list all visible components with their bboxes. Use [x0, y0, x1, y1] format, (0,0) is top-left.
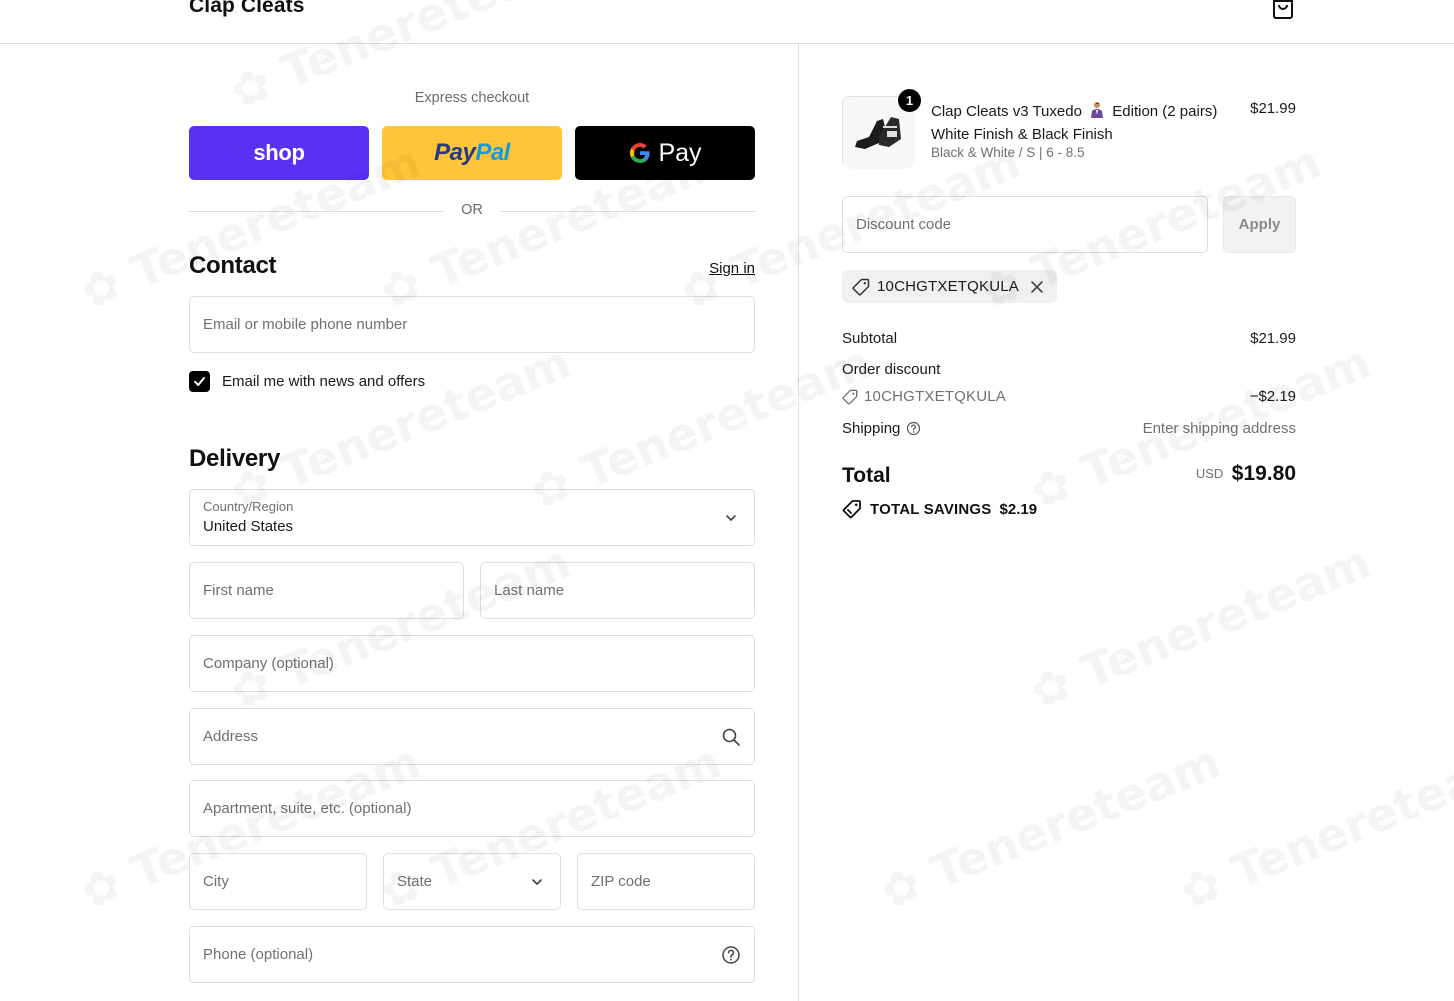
discount-amount: −$2.19	[1249, 388, 1296, 405]
discount-code-text: 10CHGTXETQKULA	[864, 388, 1007, 405]
order-discount-label: Order discount	[842, 361, 941, 378]
apartment-field[interactable]: Apartment, suite, etc. (optional)	[189, 780, 755, 837]
product-variant: Black & White / S | 6 - 8.5	[931, 145, 1085, 160]
apartment-placeholder: Apartment, suite, etc. (optional)	[203, 800, 412, 817]
product-title: Clap Cleats v3 Tuxedo Edition (2 pairs) …	[931, 100, 1236, 146]
tag-icon	[842, 389, 858, 405]
company-field[interactable]: Company (optional)	[189, 635, 755, 692]
google-g-icon	[630, 143, 651, 164]
total-currency: USD	[1195, 466, 1224, 481]
chevron-down-icon	[726, 515, 736, 521]
total-savings-value: $2.19	[999, 500, 1038, 518]
checkmark-icon	[194, 376, 205, 386]
shop-pay-logo: shop	[253, 140, 305, 165]
country-label: Country/Region	[203, 499, 294, 514]
express-checkout-label: Express checkout	[414, 90, 530, 106]
site-header: Clap Cleats	[0, 0, 1454, 44]
state-placeholder: State	[397, 873, 433, 890]
paypal-logo: PayPal	[434, 139, 510, 166]
shipping-value: Enter shipping address	[1142, 420, 1296, 437]
close-icon[interactable]	[1030, 280, 1044, 294]
apply-discount-button[interactable]: Apply	[1223, 196, 1296, 253]
applied-discount-chip: 10CHGTXETQKULA	[842, 270, 1057, 303]
city-placeholder: City	[203, 873, 229, 890]
zip-code-placeholder: ZIP code	[591, 873, 651, 890]
or-label: OR	[461, 202, 483, 218]
paypal-button[interactable]: PayPal	[382, 126, 562, 180]
subtotal-value: $21.99	[1250, 330, 1296, 347]
shipping-row: Shipping	[842, 420, 921, 437]
subtotal-label: Subtotal	[842, 330, 898, 347]
last-name-field[interactable]: Last name	[480, 562, 755, 619]
shop-pay-button[interactable]: shop	[189, 126, 369, 180]
total-label: Total	[842, 464, 891, 487]
news-checkbox[interactable]	[189, 370, 210, 392]
tag-icon	[852, 278, 870, 296]
phone-field[interactable]: Phone (optional)	[189, 926, 755, 983]
phone-placeholder: Phone (optional)	[203, 946, 314, 963]
email-field[interactable]: Email or mobile phone number	[189, 296, 755, 353]
email-placeholder: Email or mobile phone number	[203, 316, 408, 333]
first-name-field[interactable]: First name	[189, 562, 464, 619]
separator-line	[189, 211, 444, 212]
column-divider	[798, 44, 799, 1001]
brand-logo[interactable]: Clap Cleats	[189, 0, 304, 18]
help-circle-icon[interactable]	[721, 945, 741, 965]
chevron-down-icon	[532, 879, 542, 885]
first-name-placeholder: First name	[203, 582, 274, 599]
google-pay-label: Pay	[658, 138, 702, 167]
news-checkbox-row[interactable]: Email me with news and offers	[189, 370, 425, 392]
shipping-label: Shipping	[842, 420, 901, 437]
total-savings-label: TOTAL SAVINGS	[870, 500, 992, 518]
product-title-part: Clap Cleats v3 Tuxedo	[931, 103, 1082, 120]
contact-title: Contact	[189, 252, 277, 279]
company-placeholder: Company (optional)	[203, 655, 334, 672]
total-savings-row: TOTAL SAVINGS $2.19	[842, 499, 1037, 519]
total-value: $19.80	[1231, 462, 1296, 485]
address-field[interactable]: Address	[189, 708, 755, 765]
or-separator: OR	[189, 202, 755, 222]
search-icon[interactable]	[721, 727, 741, 747]
quantity-badge: 1	[898, 89, 921, 112]
zip-code-field[interactable]: ZIP code	[577, 853, 755, 910]
help-circle-icon[interactable]	[906, 421, 921, 436]
discount-code-field[interactable]: Discount code	[842, 196, 1208, 253]
country-value: United States	[203, 518, 294, 535]
country-select[interactable]: Country/Region United States	[189, 489, 755, 546]
google-pay-button[interactable]: Pay	[575, 126, 755, 180]
address-placeholder: Address	[203, 728, 259, 745]
sign-in-link[interactable]: Sign in	[700, 260, 755, 277]
applied-discount-code: 10CHGTXETQKULA	[877, 278, 1020, 295]
state-select[interactable]: State	[383, 853, 561, 910]
last-name-placeholder: Last name	[494, 582, 565, 599]
discount-code-line: 10CHGTXETQKULA	[842, 388, 1006, 405]
separator-line	[500, 211, 755, 212]
news-checkbox-label: Email me with news and offers	[222, 372, 426, 390]
order-summary-panel	[799, 44, 1454, 1001]
delivery-title: Delivery	[189, 445, 280, 472]
tuxedo-person-icon	[1091, 102, 1104, 118]
discount-code-placeholder: Discount code	[856, 216, 952, 233]
tag-icon	[842, 500, 861, 519]
city-field[interactable]: City	[189, 853, 367, 910]
shopping-bag-icon[interactable]	[1270, 0, 1296, 19]
total-value-group: USD $19.80	[1096, 462, 1296, 486]
product-price: $21.99	[1250, 100, 1296, 117]
product-title-part: White Finish & Black Finish	[931, 126, 1113, 143]
